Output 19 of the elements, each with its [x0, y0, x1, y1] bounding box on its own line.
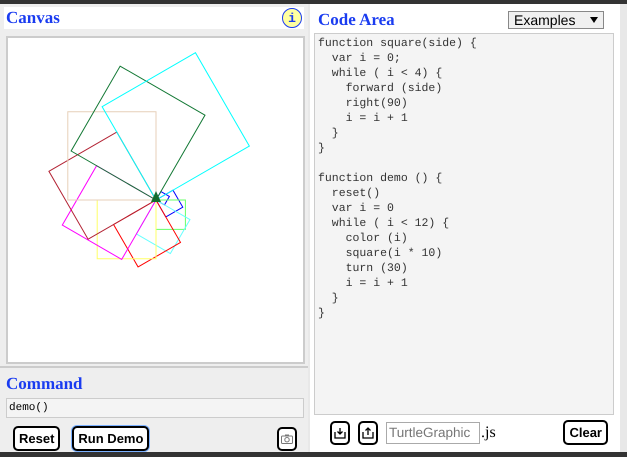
run-demo-button[interactable]: Run Demo [72, 426, 150, 451]
code-area-title: Code Area [318, 10, 395, 30]
camera-button[interactable] [277, 426, 297, 450]
command-title: Command [6, 374, 84, 394]
camera-icon [281, 434, 293, 444]
filename-input[interactable]: TurtleGraphic [386, 422, 480, 444]
info-button[interactable]: i [282, 8, 302, 28]
file-extension: .js [481, 424, 496, 442]
download-tray-icon [334, 426, 346, 438]
canvas-title: Canvas [6, 8, 60, 28]
clear-button[interactable]: Clear [563, 420, 608, 445]
examples-dropdown[interactable]: Examples [508, 11, 604, 29]
import-button[interactable] [330, 420, 350, 444]
command-input[interactable]: demo() [6, 398, 304, 418]
reset-button[interactable]: Reset [13, 426, 60, 451]
upload-tray-icon [362, 426, 374, 438]
dropdown-caret-icon [590, 17, 598, 23]
export-button[interactable] [358, 420, 378, 444]
code-editor[interactable]: function square(side) { var i = 0; while ( i < 4) { forward (side) right(90) i = i + 1 } } function demo () { reset() var i = 0 while ( i < 12) { color (i) square(i * 10) turn (30) i = i + 1 } } [314, 33, 614, 415]
